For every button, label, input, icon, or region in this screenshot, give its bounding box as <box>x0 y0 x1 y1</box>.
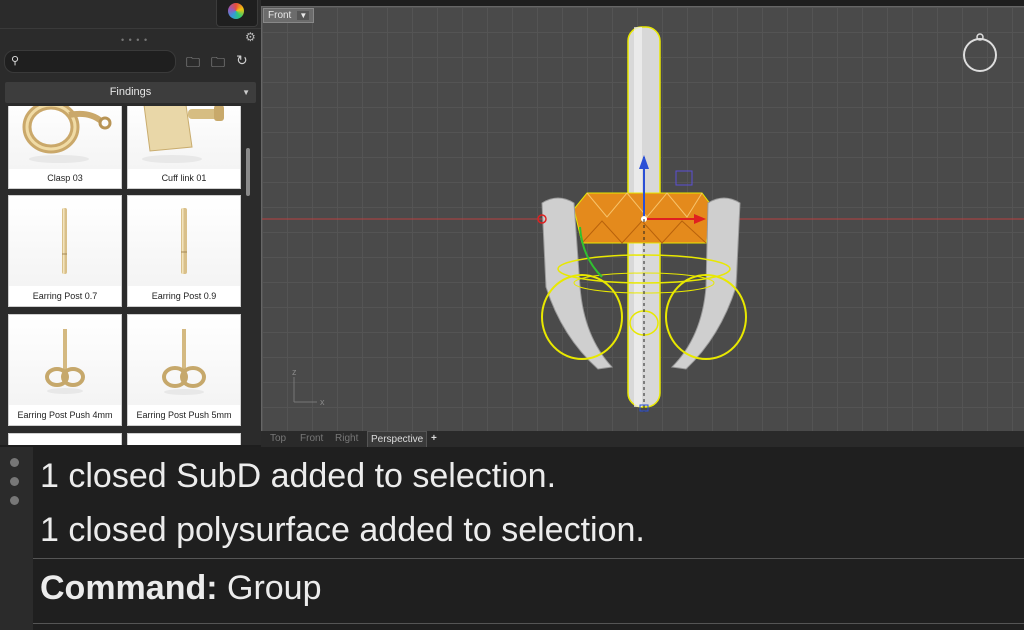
viewport-title-label: Front <box>268 10 292 21</box>
clasp-thumbnail-image <box>22 106 112 163</box>
axis-z-label: z <box>292 367 297 377</box>
cuff-link-thumbnail-image <box>142 106 224 163</box>
search-icon: ⚲ <box>11 55 20 67</box>
command-prompt[interactable]: Command: Group <box>40 569 322 608</box>
earring-post-thumbnail-image <box>62 208 67 274</box>
drag-grip-icon[interactable]: • • • • <box>121 35 148 45</box>
item-thumbnail <box>128 196 240 286</box>
library-grid: Clasp 03 Cuff link 01 Earring Post 0.7 E… <box>0 106 261 445</box>
item-thumbnail <box>9 196 121 286</box>
library-panel: • • • • ⚙ ⚲ 🗀 🗀 ↻ Findings ▼ Clasp 03 Cu… <box>0 0 261 445</box>
category-dropdown[interactable]: Findings ▼ <box>5 82 256 103</box>
tab-top[interactable]: Top <box>270 433 286 444</box>
viewport-tabs: Top Front Right Perspective + <box>261 431 1024 448</box>
search-input[interactable]: ⚲ <box>4 50 176 73</box>
tab-right[interactable]: Right <box>335 433 358 444</box>
category-label: Findings <box>109 86 152 98</box>
command-area: 1 closed SubD added to selection. 1 clos… <box>0 447 1024 630</box>
earring-post-thumbnail-image <box>181 208 187 274</box>
command-divider <box>33 623 1024 624</box>
viewport-scene: z x <box>262 26 1024 412</box>
viewport-title[interactable]: Front ▼ <box>263 8 315 23</box>
command-divider <box>33 558 1024 559</box>
earring-push-thumbnail-image <box>45 329 85 394</box>
command-input[interactable]: Group <box>218 569 322 607</box>
chevron-down-icon: ▼ <box>242 88 250 97</box>
library-item-earring-post-push-4mm[interactable]: Earring Post Push 4mm <box>8 314 122 426</box>
command-history-line: 1 closed SubD added to selection. <box>40 457 557 495</box>
add-viewport-tab-icon[interactable]: + <box>431 433 437 444</box>
library-item-earring-post-push-5mm[interactable]: Earring Post Push 5mm <box>127 314 241 426</box>
tab-perspective[interactable]: Perspective <box>367 431 428 448</box>
item-thumbnail <box>128 106 240 169</box>
folder-add-icon[interactable]: 🗀 <box>211 52 225 76</box>
library-scrollbar[interactable] <box>246 148 250 196</box>
item-thumbnail <box>128 315 240 405</box>
front-viewport[interactable]: z x <box>261 6 1024 433</box>
panel-divider <box>0 28 261 29</box>
item-label: Cuff link 01 <box>161 173 207 183</box>
earring-push-thumbnail-image <box>162 329 206 395</box>
gear-icon[interactable]: ⚙ <box>245 30 256 44</box>
gutter-dot-icon[interactable] <box>10 496 19 505</box>
library-item-earring-post-09[interactable]: Earring Post 0.9 <box>127 195 241 307</box>
library-item[interactable] <box>127 433 241 445</box>
axis-x-label: x <box>320 397 325 407</box>
refresh-icon[interactable]: ↻ <box>236 52 248 69</box>
item-label: Clasp 03 <box>47 173 83 183</box>
command-gutter <box>0 447 33 630</box>
chevron-down-icon[interactable]: ▼ <box>297 11 310 20</box>
folder-back-icon[interactable]: 🗀 <box>186 52 200 76</box>
item-label: Earring Post Push 5mm <box>136 410 232 420</box>
item-label: Earring Post 0.7 <box>32 291 98 301</box>
tab-front[interactable]: Front <box>300 433 323 444</box>
command-history-line: 1 closed polysurface added to selection. <box>40 511 645 549</box>
gutter-dot-icon[interactable] <box>10 477 19 486</box>
item-label: Earring Post 0.9 <box>151 291 217 301</box>
library-item-cuff-link-01[interactable]: Cuff link 01 <box>127 106 241 189</box>
item-thumbnail <box>9 106 121 169</box>
item-thumbnail <box>9 315 121 405</box>
color-wheel-icon <box>228 3 244 19</box>
library-item[interactable] <box>8 433 122 445</box>
item-label: Earring Post Push 4mm <box>17 410 113 420</box>
library-item-earring-post-07[interactable]: Earring Post 0.7 <box>8 195 122 307</box>
color-wheel-button[interactable] <box>216 0 258 27</box>
ring-navigation-icon <box>963 38 997 72</box>
gutter-dot-icon[interactable] <box>10 458 19 467</box>
command-prompt-label: Command: <box>40 569 218 607</box>
library-item-clasp-03[interactable]: Clasp 03 <box>8 106 122 189</box>
